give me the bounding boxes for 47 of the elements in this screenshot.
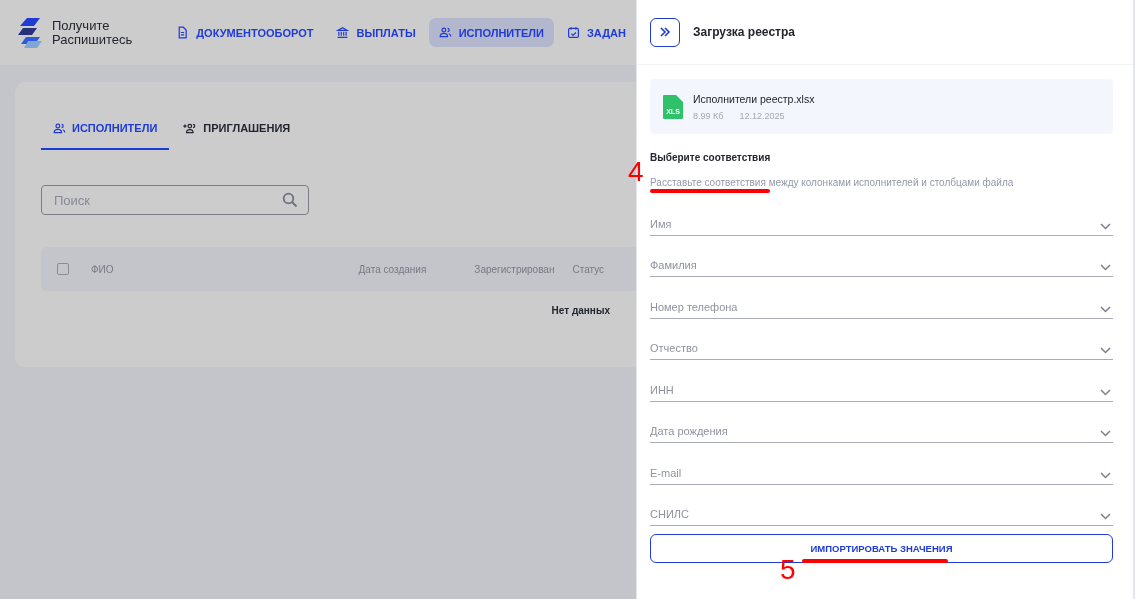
file-name: Исполнители реестр.xlsx (693, 92, 815, 105)
select-field[interactable]: Отчество (650, 318, 1113, 360)
select-field[interactable]: E-mail (650, 443, 1113, 485)
chevron-down-icon (1100, 305, 1111, 313)
column-header: ФИО (91, 263, 114, 275)
drawer-title: Загрузка реестра (693, 25, 795, 39)
users-icon (438, 26, 452, 39)
chevron-down-icon (1100, 430, 1111, 437)
tab[interactable]: ИСПОЛНИТЕЛИ (41, 108, 170, 150)
nav-tab[interactable]: ИСПОЛНИТЕЛИ (428, 18, 554, 47)
chevron-down-icon (1100, 471, 1111, 479)
chevron-down-icon (1100, 513, 1111, 520)
select-field[interactable]: СНИЛС (650, 484, 1113, 526)
select-field[interactable]: Имя (650, 194, 1113, 236)
tab[interactable]: ПРИГЛАШЕНИЯ (169, 108, 303, 150)
hint-text: Расставьте соответствия между колонками исполнителей и столбцами файла (650, 177, 1014, 189)
section-heading: Выберите соответствия (650, 152, 772, 163)
users-icon (53, 121, 66, 135)
nav-tab[interactable]: ДОКУМЕНТООБОРОТ (166, 18, 324, 47)
select-field[interactable]: Номер телефона (650, 277, 1113, 319)
collapse-button[interactable] (650, 17, 680, 47)
column-header: Статус (572, 263, 605, 275)
chevron-down-icon (1100, 222, 1111, 230)
logo-icon (18, 17, 44, 48)
add-users-icon (181, 121, 198, 135)
select-field[interactable]: Дата рождения (650, 401, 1113, 443)
document-icon (176, 26, 190, 39)
chevron-down-icon (1100, 388, 1111, 396)
annotation-number: 4 (628, 158, 644, 186)
select-field[interactable]: ИНН (650, 360, 1113, 402)
chevron-down-icon (1100, 347, 1111, 354)
select-field[interactable]: Фамилия (650, 235, 1113, 277)
file-size: 8.99 Кб (693, 110, 724, 121)
calendar-icon (566, 26, 580, 39)
file-date: 12.12.2025 (739, 110, 785, 121)
column-header: Дата создания (358, 263, 427, 275)
bank-icon (336, 26, 350, 39)
nav-tab[interactable]: ВЫПЛАТЫ (326, 18, 426, 47)
double-chevron-icon (659, 27, 671, 37)
search-field[interactable]: Поиск (41, 185, 309, 215)
checkbox[interactable] (57, 263, 69, 275)
empty-message: Нет данных (551, 305, 610, 316)
logo-text: Получите Распишитесь (52, 18, 133, 47)
column-header: Зарегистрирован (474, 263, 555, 275)
nav-tab[interactable]: ЗАДАН (556, 18, 636, 47)
search-icon (282, 192, 298, 208)
chevron-down-icon (1100, 264, 1111, 271)
